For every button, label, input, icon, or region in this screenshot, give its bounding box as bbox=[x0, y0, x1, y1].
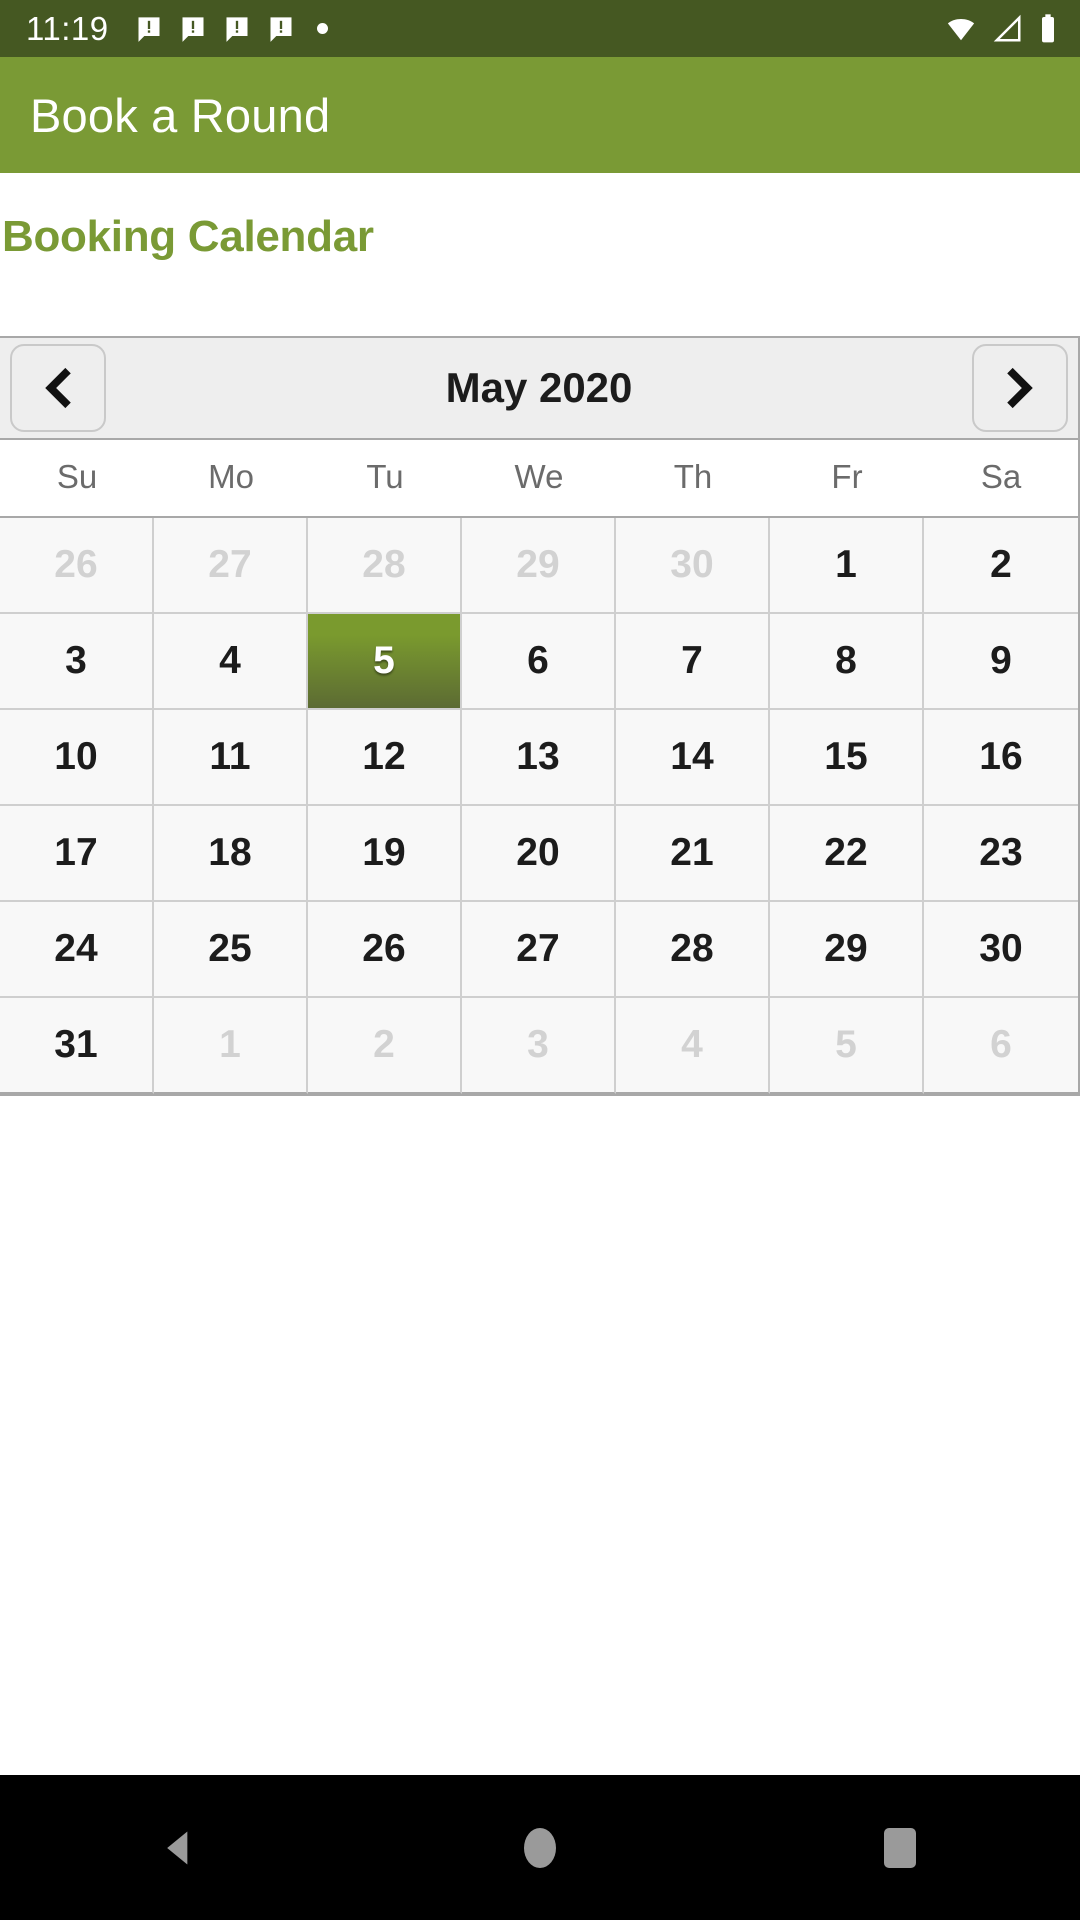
calendar-day-cell[interactable]: 1 bbox=[154, 998, 308, 1094]
calendar-week-row: 3456789 bbox=[0, 614, 1078, 710]
calendar-day-cell[interactable]: 31 bbox=[0, 998, 154, 1094]
calendar-day-cell[interactable]: 28 bbox=[308, 518, 462, 614]
message-alert-icon bbox=[226, 16, 248, 42]
calendar-day-cell[interactable]: 23 bbox=[924, 806, 1078, 902]
calendar-week-row: 17 18 19 20 21 22 23 bbox=[0, 806, 1078, 902]
battery-icon bbox=[1042, 13, 1054, 42]
weekday-label: Mo bbox=[208, 458, 254, 495]
calendar-day-cell[interactable]: 30 bbox=[616, 518, 770, 614]
calendar-day-cell[interactable]: 17 bbox=[0, 806, 154, 902]
calendar-header: May 2020 bbox=[0, 338, 1078, 438]
android-navigation-bar bbox=[0, 1775, 1080, 1920]
status-notification-icons bbox=[135, 15, 944, 43]
status-system-icons bbox=[944, 13, 1058, 45]
calendar-day-cell[interactable]: 1 bbox=[770, 518, 924, 614]
calendar-day-cell[interactable]: 21 bbox=[616, 806, 770, 902]
message-alert-icon bbox=[138, 16, 160, 42]
calendar-day-cell[interactable]: 11 bbox=[154, 710, 308, 806]
weekday-label: Su bbox=[56, 458, 98, 495]
calendar-week-row: 26 27 28 29 30 1 2 bbox=[0, 518, 1078, 614]
calendar-day-cell[interactable]: 22 bbox=[770, 806, 924, 902]
calendar-week-row: 24 25 26 27 28 29 30 bbox=[0, 902, 1078, 998]
calendar-day-cell[interactable]: 3 bbox=[462, 998, 616, 1094]
calendar-weeks: 26 27 28 29 30 1 2 3 4 5 6 7 8 9 10 11 12 13 14 15 16 17 18 19 2… bbox=[0, 516, 1078, 1094]
calendar-day-cell[interactable]: 16 bbox=[924, 710, 1078, 806]
calendar-day-cell[interactable]: 6 bbox=[924, 998, 1078, 1094]
weekday-label: Sa bbox=[980, 458, 1022, 495]
calendar-day-cell[interactable]: 6 bbox=[462, 614, 616, 710]
calendar-day-cell[interactable]: 14 bbox=[616, 710, 770, 806]
chevron-left-icon bbox=[45, 367, 71, 409]
nav-home-button[interactable] bbox=[360, 1824, 720, 1872]
calendar-day-cell[interactable]: 10 bbox=[0, 710, 154, 806]
app-bar-title: Book a Round bbox=[30, 88, 331, 142]
calendar-day-cell[interactable]: 4 bbox=[616, 998, 770, 1094]
calendar-day-cell[interactable]: 24 bbox=[0, 902, 154, 998]
cell-signal-icon bbox=[993, 14, 1021, 41]
status-clock: 11:19 bbox=[26, 10, 109, 47]
calendar-day-cell[interactable]: 30 bbox=[924, 902, 1078, 998]
weekday-label: Tu bbox=[366, 458, 404, 495]
calendar-day-cell[interactable]: 20 bbox=[462, 806, 616, 902]
message-alert-icon bbox=[270, 16, 292, 42]
weekday-label: Fr bbox=[831, 458, 863, 495]
calendar-day-cell[interactable]: 2 bbox=[308, 998, 462, 1094]
page-content: Booking Calendar May 2020 Su Mo Tu We Th Fr Sa… bbox=[0, 173, 1080, 1775]
calendar-day-cell[interactable]: 3 bbox=[0, 614, 154, 710]
calendar-day-cell[interactable]: 27 bbox=[462, 902, 616, 998]
calendar-day-cell[interactable]: 25 bbox=[154, 902, 308, 998]
calendar-day-cell[interactable]: 19 bbox=[308, 806, 462, 902]
calendar-month-label: May 2020 bbox=[445, 364, 633, 411]
calendar-day-cell[interactable]: 27 bbox=[154, 518, 308, 614]
calendar-week-row: 31 1 2 3 4 5 6 bbox=[0, 998, 1078, 1094]
calendar-day-cell[interactable]: 12 bbox=[308, 710, 462, 806]
calendar-day-cell[interactable]: 2 bbox=[924, 518, 1078, 614]
booking-calendar: May 2020 Su Mo Tu We Th Fr Sa 26 27 28 29 30 1 2 3 4 5 6… bbox=[0, 336, 1080, 1096]
calendar-day-cell[interactable]: 8 bbox=[770, 614, 924, 710]
back-icon bbox=[167, 1831, 188, 1864]
calendar-weekday-header: Su Mo Tu We Th Fr Sa bbox=[0, 438, 1078, 516]
home-icon bbox=[523, 1827, 556, 1868]
calendar-day-cell[interactable]: 26 bbox=[0, 518, 154, 614]
message-alert-icon bbox=[182, 16, 204, 42]
recents-icon bbox=[883, 1827, 916, 1868]
wifi-icon bbox=[947, 18, 975, 40]
calendar-day-cell[interactable]: 5 bbox=[770, 998, 924, 1094]
next-month-button[interactable] bbox=[972, 344, 1068, 432]
prev-month-button[interactable] bbox=[10, 344, 106, 432]
calendar-day-cell[interactable]: 4 bbox=[154, 614, 308, 710]
calendar-day-cell[interactable]: 29 bbox=[462, 518, 616, 614]
nav-recents-button[interactable] bbox=[720, 1825, 1080, 1871]
calendar-day-cell[interactable]: 15 bbox=[770, 710, 924, 806]
calendar-day-cell-selected[interactable]: 5 bbox=[308, 614, 462, 710]
calendar-day-cell[interactable]: 9 bbox=[924, 614, 1078, 710]
calendar-day-cell[interactable]: 18 bbox=[154, 806, 308, 902]
page-title: Booking Calendar bbox=[2, 212, 374, 261]
calendar-day-cell[interactable]: 28 bbox=[616, 902, 770, 998]
calendar-week-row: 10 11 12 13 14 15 16 bbox=[0, 710, 1078, 806]
nav-back-button[interactable] bbox=[0, 1826, 360, 1870]
weekday-label: We bbox=[514, 458, 564, 495]
weekday-label: Th bbox=[673, 458, 713, 495]
app-bar: Book a Round bbox=[0, 57, 1080, 173]
dot-icon bbox=[316, 23, 328, 34]
chevron-right-icon bbox=[1007, 367, 1033, 409]
calendar-day-cell[interactable]: 26 bbox=[308, 902, 462, 998]
calendar-day-cell[interactable]: 29 bbox=[770, 902, 924, 998]
status-bar: 11:19 bbox=[0, 0, 1080, 57]
calendar-day-cell[interactable]: 13 bbox=[462, 710, 616, 806]
calendar-day-cell[interactable]: 7 bbox=[616, 614, 770, 710]
